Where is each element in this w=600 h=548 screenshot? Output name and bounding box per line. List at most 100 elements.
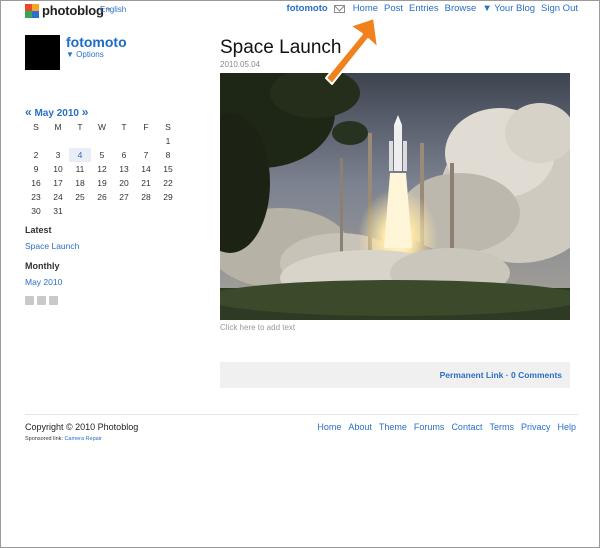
current-user-link[interactable]: fotomoto — [287, 3, 328, 14]
calendar-day[interactable]: 31 — [47, 204, 69, 218]
calendar-day — [25, 134, 47, 148]
comments-link[interactable]: 0 Comments — [511, 370, 562, 380]
footer-nav: Home About Theme Forums Contact Terms Pr… — [310, 422, 576, 432]
footer-help[interactable]: Help — [557, 422, 576, 432]
logo-text: photoblog — [42, 3, 104, 18]
calendar-day[interactable]: 4 — [69, 148, 91, 162]
mail-icon[interactable] — [333, 4, 345, 13]
calendar-day[interactable]: 21 — [135, 176, 157, 190]
calendar-day[interactable]: 14 — [135, 162, 157, 176]
monthly-link[interactable]: May 2010 — [25, 277, 62, 287]
calendar-day[interactable]: 8 — [157, 148, 179, 162]
calendar-month-label[interactable]: May 2010 — [34, 108, 78, 119]
footer-contact[interactable]: Contact — [451, 422, 482, 432]
calendar-day[interactable]: 11 — [69, 162, 91, 176]
nav-your-blog[interactable]: ▼ Your Blog — [482, 3, 535, 14]
options-dropdown[interactable]: ▼ Options — [66, 50, 104, 59]
nav-home[interactable]: Home — [353, 3, 378, 14]
avatar[interactable] — [25, 35, 60, 70]
calendar-week-row: 23 24 25 26 27 28 29 — [25, 190, 179, 204]
post-links-bar: Permanent Link · 0 Comments — [220, 362, 570, 388]
sponsored-link[interactable]: Camera Repair — [64, 436, 101, 442]
launch-photo[interactable] — [220, 73, 570, 320]
calendar-day[interactable]: 25 — [69, 190, 91, 204]
calendar-day[interactable]: 23 — [25, 190, 47, 204]
top-nav: fotomoto Home Post Entries Browse ▼ Your… — [287, 3, 578, 14]
calendar-weekday: T — [77, 122, 83, 132]
email-feed-icon[interactable] — [49, 296, 58, 305]
calendar-header: « May 2010 » — [25, 105, 88, 119]
calendar-day — [91, 134, 113, 148]
calendar-day[interactable]: 22 — [157, 176, 179, 190]
photo-caption[interactable]: Click here to add text — [220, 323, 295, 332]
calendar-day[interactable]: 15 — [157, 162, 179, 176]
calendar-day — [69, 134, 91, 148]
profile-name[interactable]: fotomoto — [66, 34, 127, 50]
footer-about[interactable]: About — [348, 422, 372, 432]
permalink[interactable]: Permanent Link — [440, 370, 504, 380]
calendar-day — [135, 204, 157, 218]
post-links: Permanent Link · 0 Comments — [440, 370, 562, 380]
calendar-day[interactable]: 3 — [47, 148, 69, 162]
calendar-day[interactable]: 1 — [157, 134, 179, 148]
nav-post[interactable]: Post — [384, 3, 403, 14]
calendar-day[interactable]: 20 — [113, 176, 135, 190]
calendar-next-button[interactable]: » — [82, 105, 89, 119]
comments-feed-icon[interactable] — [37, 296, 46, 305]
calendar-day[interactable]: 12 — [91, 162, 113, 176]
calendar-day[interactable]: 5 — [91, 148, 113, 162]
latest-heading: Latest — [25, 225, 52, 235]
nav-sign-out[interactable]: Sign Out — [541, 3, 578, 14]
calendar-prev-button[interactable]: « — [25, 105, 32, 119]
latest-link[interactable]: Space Launch — [25, 241, 79, 251]
calendar-day[interactable]: 6 — [113, 148, 135, 162]
rocket-launch-illustration — [220, 73, 570, 320]
nav-entries[interactable]: Entries — [409, 3, 439, 14]
calendar-day[interactable]: 7 — [135, 148, 157, 162]
language-link[interactable]: English — [100, 5, 126, 14]
calendar-day[interactable]: 13 — [113, 162, 135, 176]
calendar-day — [47, 134, 69, 148]
calendar-day — [91, 204, 113, 218]
calendar-day[interactable]: 10 — [47, 162, 69, 176]
post-date: 2010.05.04 — [220, 60, 261, 69]
top-bar: photoblog ™ English fotomoto Home Post E… — [0, 0, 600, 18]
footer-home[interactable]: Home — [317, 422, 341, 432]
rss-icon[interactable] — [25, 296, 34, 305]
calendar-weekday: F — [143, 122, 149, 132]
pointer-arrow-icon — [325, 17, 379, 85]
footer-privacy[interactable]: Privacy — [521, 422, 551, 432]
footer-divider — [25, 414, 578, 415]
calendar-weekday: T — [121, 122, 127, 132]
footer-forums[interactable]: Forums — [414, 422, 445, 432]
calendar-day[interactable]: 16 — [25, 176, 47, 190]
calendar-week-row: 9 10 11 12 13 14 15 — [25, 162, 179, 176]
calendar-day[interactable]: 2 — [25, 148, 47, 162]
calendar-day — [113, 204, 135, 218]
calendar-day[interactable]: 30 — [25, 204, 47, 218]
calendar-day — [157, 204, 179, 218]
calendar-week-row: 16 17 18 19 20 21 22 — [25, 176, 179, 190]
calendar-weekday: W — [97, 122, 107, 132]
nav-browse[interactable]: Browse — [445, 3, 477, 14]
calendar-weekday: S — [165, 122, 171, 132]
link-separator: · — [503, 370, 511, 380]
calendar-day[interactable]: 17 — [47, 176, 69, 190]
calendar-day[interactable]: 29 — [157, 190, 179, 204]
calendar: SMTWTFS 1 2 3 4 5 6 7 8 9 10 11 12 13 14 15 16 17 18 19 20 2… — [25, 120, 179, 218]
calendar-day[interactable]: 27 — [113, 190, 135, 204]
calendar-week-row: 1 — [25, 134, 179, 148]
logo-mark-icon — [25, 3, 39, 18]
calendar-day[interactable]: 24 — [47, 190, 69, 204]
calendar-week-row: 30 31 — [25, 204, 179, 218]
photoblog-logo[interactable]: photoblog ™ — [25, 3, 111, 18]
footer-theme[interactable]: Theme — [379, 422, 407, 432]
calendar-day[interactable]: 9 — [25, 162, 47, 176]
calendar-day[interactable]: 18 — [69, 176, 91, 190]
calendar-day[interactable]: 28 — [135, 190, 157, 204]
calendar-day[interactable]: 19 — [91, 176, 113, 190]
calendar-day[interactable]: 26 — [91, 190, 113, 204]
footer-terms[interactable]: Terms — [489, 422, 514, 432]
feed-icons — [25, 296, 58, 305]
calendar-week-row: 2345678 — [25, 148, 179, 162]
